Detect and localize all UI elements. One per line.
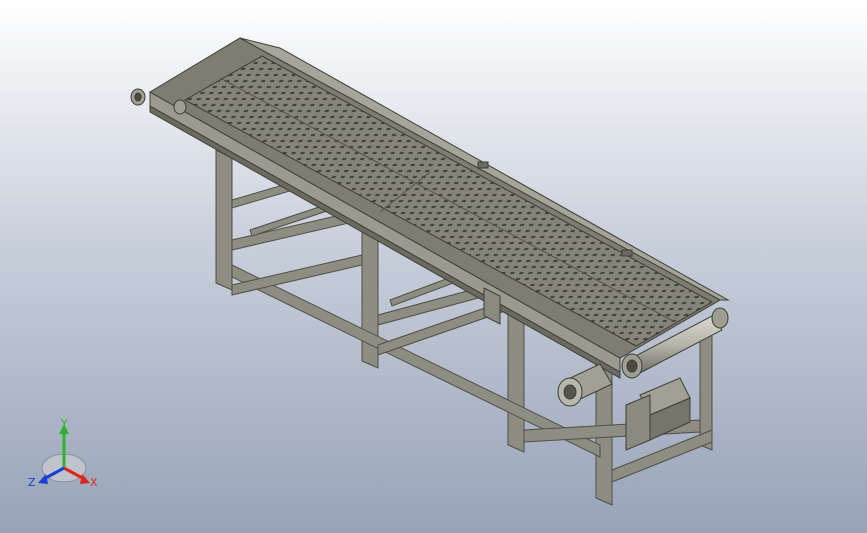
coordinate-triad: Y X Z (24, 417, 104, 498)
z-axis-label: Z (28, 476, 36, 489)
x-axis-label: X (90, 476, 98, 489)
gearbox[interactable] (625, 377, 691, 451)
conveyor-model[interactable] (0, 0, 867, 533)
coordinate-triad-icon: Y X Z (28, 417, 98, 489)
y-axis-label: Y (60, 418, 68, 430)
3d-model-viewport[interactable]: Y X Z (0, 0, 867, 533)
